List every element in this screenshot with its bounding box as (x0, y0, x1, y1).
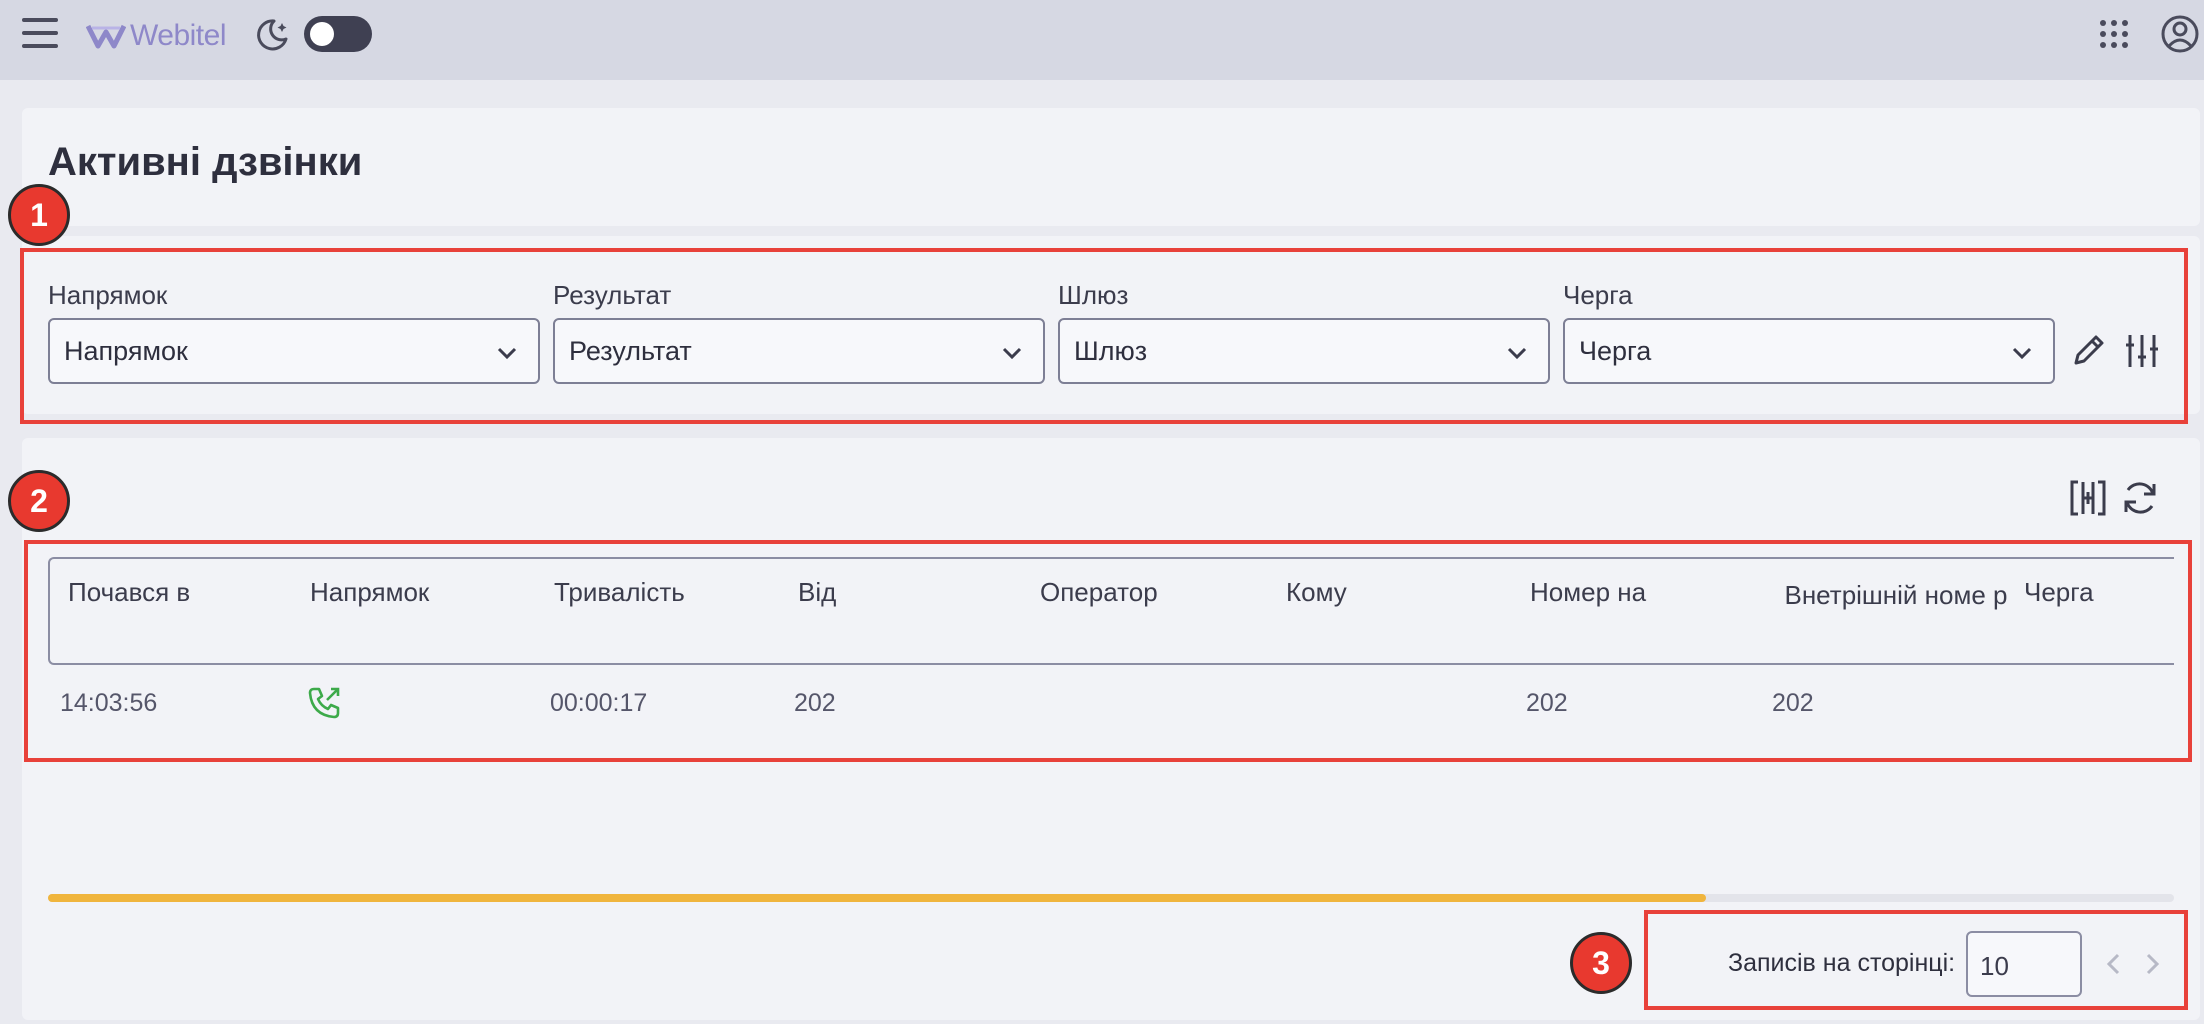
toggle-knob (310, 22, 334, 46)
logo-text: Webitel (130, 19, 227, 52)
webitel-logo-icon (86, 24, 126, 49)
columns-icon[interactable] (2068, 478, 2108, 518)
apps-icon[interactable] (2099, 19, 2129, 49)
theme-toggle[interactable] (304, 16, 372, 52)
annotation-box-table (24, 540, 2192, 762)
annotation-box-filters (20, 248, 2188, 424)
scrollbar-thumb[interactable] (48, 894, 1707, 902)
horizontal-scrollbar[interactable] (48, 894, 2174, 902)
moon-icon[interactable] (254, 17, 290, 53)
annotation-box-pagination (1644, 910, 2188, 1010)
annotation-badge: 3 (1570, 932, 1632, 994)
logo[interactable]: Webitel (86, 16, 227, 56)
annotation-badge: 2 (8, 470, 70, 532)
top-bar: Webitel (0, 0, 2204, 80)
annotation-badge: 1 (8, 184, 70, 246)
menu-icon[interactable] (22, 18, 58, 50)
refresh-icon[interactable] (2120, 478, 2160, 518)
user-icon[interactable] (2160, 14, 2200, 54)
page-title: Активні дзвінки (48, 140, 363, 184)
